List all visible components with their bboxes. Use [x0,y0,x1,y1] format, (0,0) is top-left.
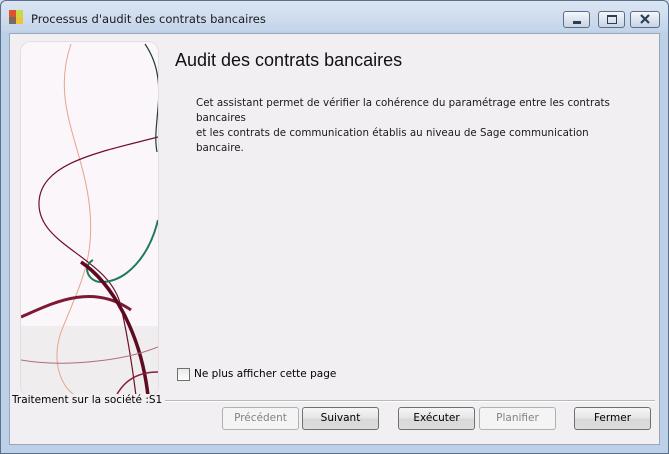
maximize-icon [607,15,617,24]
next-button[interactable]: Suivant [302,407,379,430]
wizard-client-area: Audit des contrats bancaires Cet assista… [9,33,660,445]
company-groupbox: Traitement sur la société :S1 [10,394,659,406]
minimize-button[interactable] [563,11,590,28]
minimize-icon [573,21,581,24]
page-title: Audit des contrats bancaires [175,50,403,70]
decorative-curves-illustration [21,42,158,396]
skip-page-checkbox[interactable] [177,368,190,381]
close-window-button[interactable] [630,11,660,28]
description-line: et les contrats de communication établis… [196,127,589,154]
close-icon [640,14,650,24]
wizard-window: Processus d'audit des contrats bancaires [0,0,669,454]
title-bar[interactable]: Processus d'audit des contrats bancaires [1,1,668,31]
description-line: Cet assistant permet de vérifier la cohé… [196,97,610,124]
page-description: Cet assistant permet de vérifier la cohé… [196,96,636,156]
schedule-button[interactable]: Planifier [479,407,556,430]
company-label: Traitement sur la société :S1 [12,394,166,406]
decorative-side-panel [21,42,158,396]
maximize-button[interactable] [598,11,625,28]
app-icon [9,10,23,24]
window-title: Processus d'audit des contrats bancaires [31,12,266,26]
execute-button[interactable]: Exécuter [398,407,475,430]
separator-line [150,400,655,402]
skip-page-label[interactable]: Ne plus afficher cette page [194,368,336,380]
previous-button[interactable]: Précédent [222,407,299,430]
close-button[interactable]: Fermer [574,407,651,430]
